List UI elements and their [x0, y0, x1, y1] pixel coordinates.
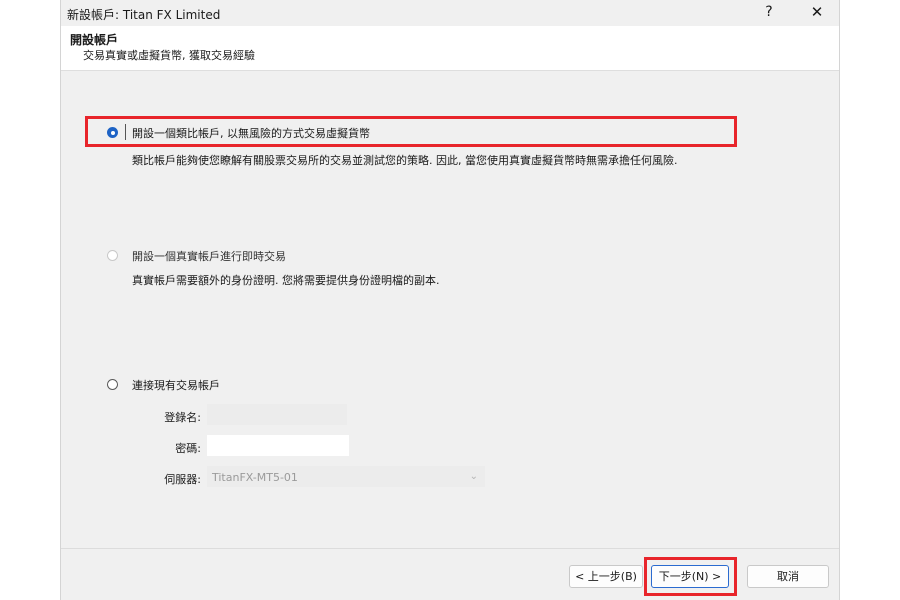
option-demo-account[interactable]: 開設一個類比帳戶, 以無風險的方式交易虛擬貨幣 類比帳戶能夠使您瞭解有關股票交易… [61, 124, 839, 170]
option-real-label: 開設一個真實帳戶進行即時交易 [132, 250, 286, 263]
option-connect-account[interactable]: 連接現有交易帳戶 [61, 376, 839, 396]
server-select[interactable]: TitanFX-MT5-01 ⌄ [207, 466, 485, 487]
wizard-header: 開設帳戶 交易真實或虛擬貨幣, 獲取交易經驗 [61, 26, 839, 71]
option-demo-description: 類比帳戶能夠使您瞭解有關股票交易所的交易並測試您的策略. 因此, 當您使用真實虛… [132, 154, 678, 167]
login-field[interactable] [207, 404, 347, 425]
option-demo-label: 開設一個類比帳戶, 以無風險的方式交易虛擬貨幣 [132, 127, 370, 140]
radio-real-account[interactable] [107, 250, 118, 261]
option-real-description: 真實帳戶需要額外的身份證明. 您將需要提供身份證明檔的副本. [132, 274, 440, 287]
option-real-account[interactable]: 開設一個真實帳戶進行即時交易 真實帳戶需要額外的身份證明. 您將需要提供身份證明… [61, 247, 839, 287]
server-value: TitanFX-MT5-01 [212, 471, 298, 484]
title-bar: 新設帳戶: Titan FX Limited ? ✕ [61, 0, 839, 26]
back-button[interactable]: < 上一步(B) [569, 565, 643, 588]
login-label: 登錄名: [164, 411, 201, 424]
chevron-down-icon: ⌄ [469, 471, 478, 482]
window-title: 新設帳戶: Titan FX Limited [67, 8, 221, 22]
radio-demo-account[interactable] [107, 127, 118, 138]
page-subtitle: 交易真實或虛擬貨幣, 獲取交易經驗 [83, 49, 255, 62]
focus-indicator [125, 124, 126, 140]
server-label: 伺服器: [164, 473, 201, 486]
radio-connect-account[interactable] [107, 379, 118, 390]
help-icon[interactable]: ? [761, 4, 777, 20]
new-account-dialog: 新設帳戶: Titan FX Limited ? ✕ 開設帳戶 交易真實或虛擬貨… [60, 0, 840, 600]
cancel-button[interactable]: 取消 [747, 565, 829, 588]
footer-divider [61, 548, 839, 549]
option-connect-label: 連接現有交易帳戶 [132, 379, 220, 392]
close-icon[interactable]: ✕ [809, 3, 825, 21]
page-title: 開設帳戶 [70, 33, 119, 47]
password-label: 密碼: [175, 442, 201, 455]
password-field[interactable] [207, 435, 349, 456]
next-button[interactable]: 下一步(N) > [651, 565, 729, 588]
